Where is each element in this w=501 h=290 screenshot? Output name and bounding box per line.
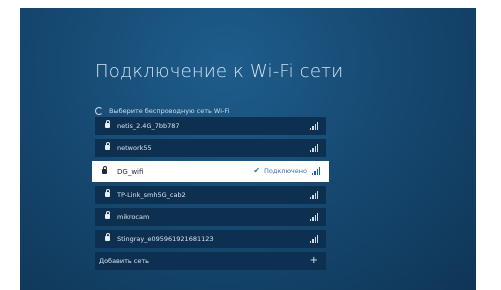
network-row[interactable]: Stingray_e09596192168112З [95,230,326,248]
lock-icon [105,141,110,150]
lock-icon [105,232,110,241]
network-ssid: Stingray_e09596192168112З [117,235,214,243]
refresh-icon[interactable] [95,107,103,115]
wifi-signal-icon [312,167,320,175]
lock-icon [105,119,110,128]
lock-icon [105,188,110,197]
wifi-signal-icon [310,213,318,221]
scan-header: Выберите беспроводную сеть Wi-Fi [95,105,229,117]
network-ssid: network55 [117,144,152,152]
network-list: netis_2.4G_7bb787 network55 DG_wifi ✔ По… [92,117,329,270]
wifi-signal-icon [310,191,318,199]
add-network-button[interactable]: Добавить сеть + [95,252,326,270]
network-ssid: mikrocam [117,213,150,221]
page-title: Подключение к Wi-Fi сети [95,61,344,82]
lock-icon [102,165,107,174]
wifi-signal-icon [310,144,318,152]
network-ssid: TP-Link_smh5G_cab2 [117,191,186,199]
network-ssid: netis_2.4G_7bb787 [117,122,180,130]
network-row[interactable]: TP-Link_smh5G_cab2 [95,186,326,204]
status-text: Подключено [264,167,307,175]
network-row[interactable]: mikrocam [95,208,326,226]
scan-instruction: Выберите беспроводную сеть Wi-Fi [109,107,230,115]
lock-icon [105,210,110,219]
checkmark-icon: ✔ [253,166,261,175]
network-row[interactable]: network55 [95,139,326,157]
plus-icon: + [309,255,318,266]
wifi-signal-icon [310,235,318,243]
network-ssid: DG_wifi [117,167,144,176]
wifi-signal-icon [310,122,318,130]
connection-status: ✔ Подключено [253,166,307,176]
network-row-connected[interactable]: DG_wifi ✔ Подключено [92,161,329,182]
add-network-label: Добавить сеть [99,257,149,265]
network-row[interactable]: netis_2.4G_7bb787 [95,117,326,135]
